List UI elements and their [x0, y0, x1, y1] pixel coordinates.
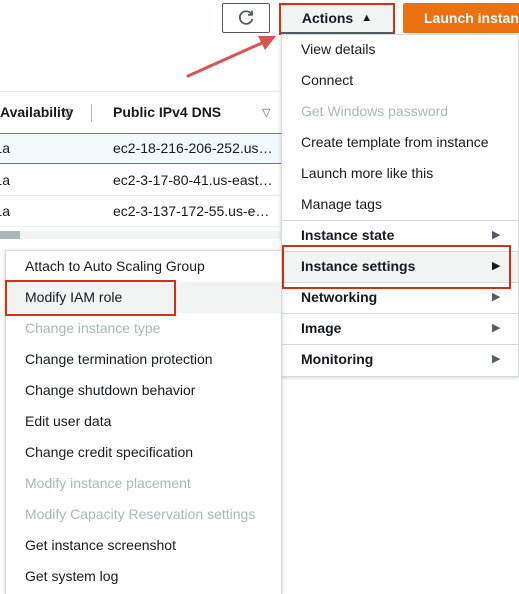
sort-icon[interactable]: ▽	[63, 106, 71, 119]
menu-item-create-template[interactable]: Create template from instance	[301, 127, 489, 158]
menu-group-networking[interactable]: Networking	[301, 282, 377, 313]
submenu-item-modify-capacity-reservation: Modify Capacity Reservation settings	[25, 506, 256, 522]
caret-right-icon: ▶	[492, 291, 501, 303]
launch-instances-button[interactable]: Launch instances	[403, 3, 519, 33]
submenu-item-modify-iam-role[interactable]: Modify IAM role	[25, 282, 122, 313]
menu-item-connect[interactable]: Connect	[301, 65, 353, 96]
submenu-item-attach-asg[interactable]: Attach to Auto Scaling Group	[25, 251, 205, 282]
caret-right-icon: ▶	[492, 353, 501, 365]
caret-right-icon: ▶	[492, 229, 501, 241]
menu-item-manage-tags[interactable]: Manage tags	[301, 189, 382, 220]
column-header-public-ipv4-dns[interactable]: Public IPv4 DNS	[113, 92, 221, 133]
refresh-icon	[238, 10, 254, 25]
menu-item-launch-more[interactable]: Launch more like this	[301, 158, 433, 189]
sort-icon[interactable]: ▽	[262, 106, 270, 119]
submenu-item-modify-instance-placement: Modify instance placement	[25, 475, 191, 491]
column-divider	[91, 104, 92, 122]
table-cell-dns: ec2-3-137-172-55.us-east-2.compute.amazo…	[113, 203, 273, 219]
column-header-label: Public IPv4 DNS	[113, 104, 222, 120]
actions-label: Actions	[301, 10, 354, 26]
table-cell-zone: us-east-1a	[0, 140, 10, 156]
menu-group-instance-state[interactable]: Instance state	[301, 220, 394, 251]
horizontal-scrollbar[interactable]	[0, 231, 283, 239]
submenu-item-change-credit-specification[interactable]: Change credit specification	[25, 437, 193, 468]
submenu-item-edit-user-data[interactable]: Edit user data	[25, 406, 111, 437]
actions-button[interactable]: Actions ▲	[280, 3, 394, 33]
table-cell-dns: ec2-3-17-80-41.us-east-2.compute.amazona…	[113, 172, 273, 188]
table-cell-zone: us-east-1a	[0, 203, 10, 219]
submenu-item-change-instance-type: Change instance type	[25, 320, 161, 336]
submenu-item-get-system-log[interactable]: Get system log	[25, 561, 118, 592]
submenu-item-get-instance-screenshot[interactable]: Get instance screenshot	[25, 530, 176, 561]
menu-item-view-details[interactable]: View details	[301, 34, 375, 65]
menu-group-instance-settings[interactable]: Instance settings	[301, 251, 415, 282]
table-cell-dns: ec2-18-216-206-252.us-east-2.compute.ama…	[113, 140, 273, 156]
submenu-item-change-shutdown-behavior[interactable]: Change shutdown behavior	[25, 375, 195, 406]
menu-item-get-windows-password: Get Windows password	[301, 103, 449, 119]
scrollbar-thumb[interactable]	[0, 231, 20, 239]
menu-group-image[interactable]: Image	[301, 313, 341, 344]
menu-group-monitoring[interactable]: Monitoring	[301, 344, 373, 375]
refresh-button[interactable]	[222, 3, 270, 33]
caret-right-icon: ▶	[492, 260, 501, 272]
caret-up-icon: ▲	[361, 12, 373, 24]
caret-right-icon: ▶	[492, 322, 501, 334]
submenu-item-change-termination-protection[interactable]: Change termination protection	[25, 344, 213, 375]
launch-instances-label: Launch instances	[424, 10, 519, 26]
table-cell-zone: us-east-1a	[0, 172, 10, 188]
